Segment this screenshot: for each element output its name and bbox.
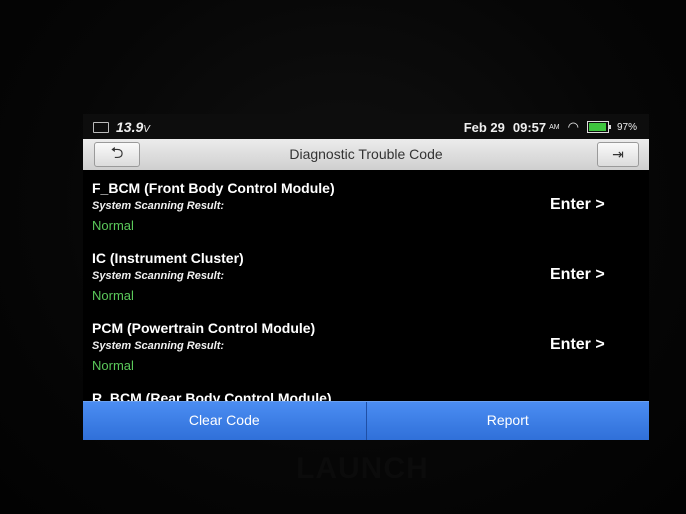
module-list: F_BCM (Front Body Control Module) System… <box>83 170 649 402</box>
module-item-r-bcm[interactable]: R_BCM (Rear Body Control Module) <box>83 380 649 402</box>
title-bar: ⮌ Diagnostic Trouble Code ⇥ <box>83 139 649 170</box>
module-subtitle: System Scanning Result: <box>92 270 225 282</box>
status-ampm: AM <box>549 123 560 131</box>
module-name: PCM (Powertrain Control Module) <box>92 320 316 336</box>
module-name: F_BCM (Front Body Control Module) <box>92 180 335 196</box>
voltage-readout: 13.9V <box>116 119 150 135</box>
wifi-icon: ◠ <box>567 119 579 134</box>
enter-button[interactable]: Enter > <box>550 336 605 354</box>
battery-icon <box>586 121 611 133</box>
module-item-ic[interactable]: IC (Instrument Cluster) System Scanning … <box>83 240 649 312</box>
report-button[interactable]: Report <box>365 402 650 440</box>
exit-icon: ⇥ <box>612 146 624 162</box>
status-left: 13.9V <box>93 119 150 135</box>
status-date: Feb 29 <box>463 119 505 135</box>
module-status: Normal <box>92 288 134 303</box>
status-bar: 13.9V Feb 29 09:57 AM ◠ 97% <box>83 114 649 139</box>
footer-bar: Clear Code Report <box>83 401 649 440</box>
enter-button[interactable]: Enter > <box>550 266 605 284</box>
voltage-value: 13.9 <box>116 119 144 135</box>
clear-code-button[interactable]: Clear Code <box>83 402 366 440</box>
page-title: Diagnostic Trouble Code <box>289 146 443 162</box>
module-item-pcm[interactable]: PCM (Powertrain Control Module) System S… <box>83 310 649 382</box>
device-screen: 13.9V Feb 29 09:57 AM ◠ 97% ⮌ Diagnostic… <box>83 114 649 440</box>
battery-fill <box>588 123 607 131</box>
status-time: 09:57 <box>512 119 547 135</box>
module-status: Normal <box>92 358 134 373</box>
car-battery-icon <box>93 121 109 133</box>
battery-percent: 97% <box>616 121 637 133</box>
device-brand-logo: LAUNCH <box>296 452 429 485</box>
module-item-f-bcm[interactable]: F_BCM (Front Body Control Module) System… <box>83 170 649 242</box>
module-subtitle: System Scanning Result: <box>92 340 225 352</box>
module-subtitle: System Scanning Result: <box>92 200 225 212</box>
module-status: Normal <box>92 218 134 233</box>
module-name: IC (Instrument Cluster) <box>92 250 244 266</box>
enter-button[interactable]: Enter > <box>550 196 605 214</box>
voltage-unit: V <box>143 124 150 135</box>
exit-button[interactable]: ⇥ <box>597 142 639 167</box>
status-right: Feb 29 09:57 AM ◠ 97% <box>464 119 637 135</box>
